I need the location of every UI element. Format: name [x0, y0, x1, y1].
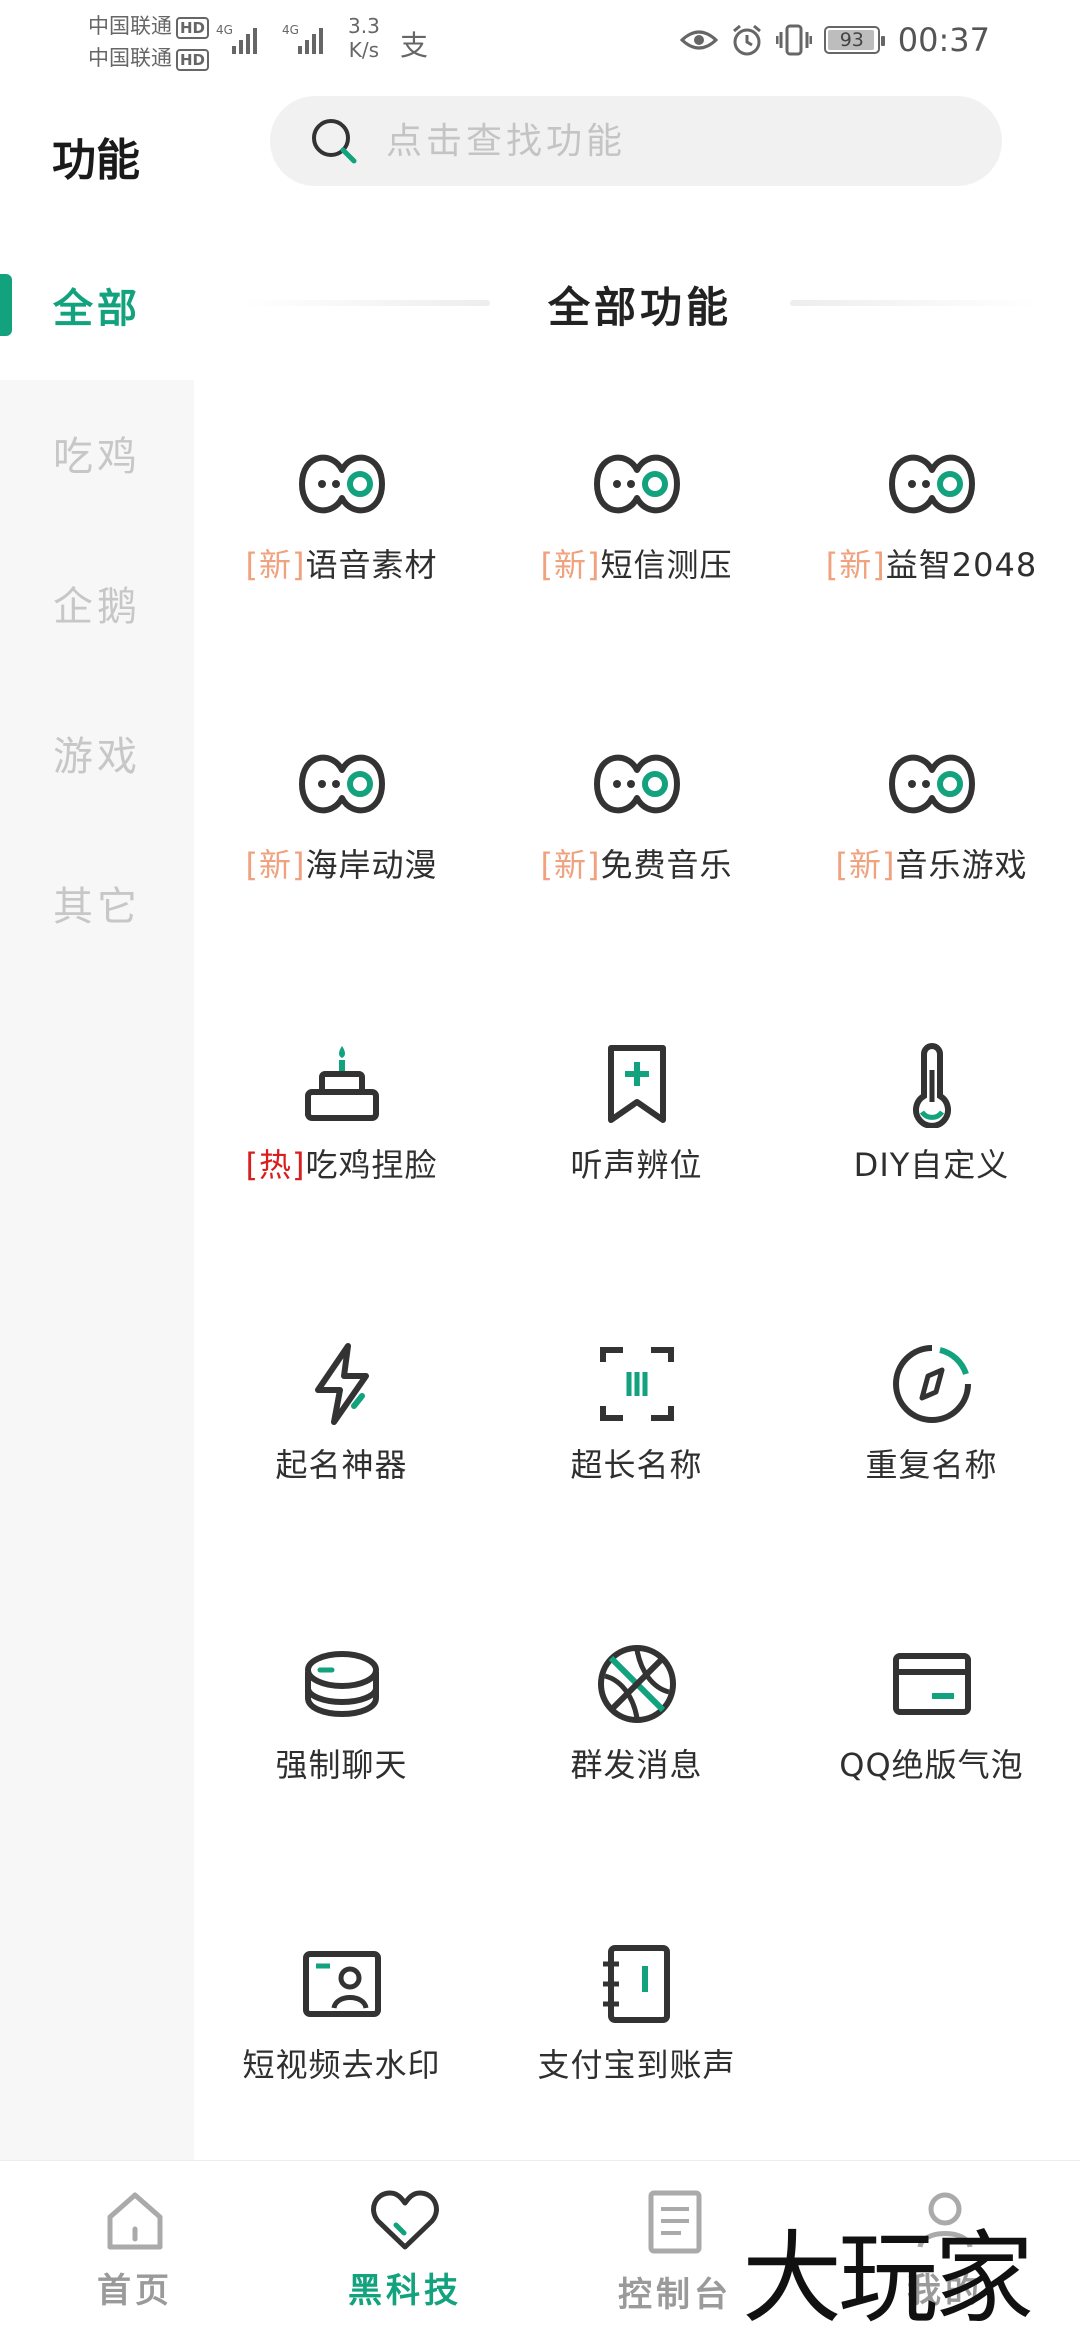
feature-force-chat[interactable]: 强制聊天	[194, 1580, 489, 1880]
feature-diy-custom[interactable]: DIY自定义	[784, 980, 1079, 1280]
vibrate-icon	[775, 24, 812, 56]
hd-badge: HD	[176, 17, 210, 39]
watermark-logo: 大玩家	[742, 2220, 1034, 2337]
sidebar-item-penguin[interactable]: 企鹅	[0, 574, 194, 632]
feature-sound-locate[interactable]: 听声辨位	[489, 980, 784, 1280]
nav-home[interactable]: 首页	[35, 2189, 235, 2312]
section-title: 全部功能	[547, 283, 732, 332]
id-card-icon	[303, 1951, 381, 2017]
feature-music-game[interactable]: [新]音乐游戏	[784, 680, 1079, 980]
sidebar-item-others[interactable]: 其它	[0, 874, 194, 932]
section-divider-right	[790, 300, 1040, 306]
bookmark-plus-icon	[608, 1045, 666, 1123]
net-speed: 3.3 K/s	[348, 14, 380, 62]
eyes-icon	[594, 454, 680, 514]
eyes-icon	[299, 754, 385, 814]
feature-free-music[interactable]: [新]免费音乐	[489, 680, 784, 980]
signal-icon: 4G	[216, 23, 257, 54]
feature-label: 强制聊天	[275, 1746, 408, 1784]
eyes-icon	[889, 754, 975, 814]
feature-label: 短视频去水印	[242, 2046, 441, 2084]
feature-alipay-sound[interactable]: 支付宝到账声	[489, 1880, 784, 2180]
sidebar-item-chicken[interactable]: 吃鸡	[0, 424, 194, 482]
feature-label: [新]音乐游戏	[835, 846, 1028, 884]
basketball-icon	[598, 1645, 676, 1723]
feature-label: 重复名称	[865, 1446, 998, 1484]
feature-label: [新]短信测压	[540, 546, 733, 584]
thermometer-icon	[913, 1043, 951, 1128]
feature-label: 听声辨位	[570, 1146, 703, 1184]
svg-text:4G: 4G	[216, 23, 233, 37]
search-input[interactable]	[386, 120, 966, 162]
feature-label: 超长名称	[570, 1446, 703, 1484]
notebook-icon	[603, 1945, 670, 2023]
feature-label: [新]免费音乐	[540, 846, 733, 884]
scan-icon	[600, 1347, 674, 1421]
search-bar[interactable]	[270, 96, 1002, 186]
feature-sms-test[interactable]: [新]短信测压	[489, 380, 784, 680]
feature-label: 支付宝到账声	[537, 2046, 736, 2084]
heart-icon	[371, 2190, 439, 2250]
feature-label: 群发消息	[570, 1746, 703, 1784]
feature-label: [新]海岸动漫	[245, 846, 438, 884]
eyes-icon	[299, 454, 385, 514]
nav-black-tech[interactable]: 黑科技	[305, 2189, 505, 2312]
feature-label: [新]益智2048	[825, 546, 1038, 584]
home-icon	[107, 2192, 163, 2250]
eyes-icon	[594, 754, 680, 814]
feature-qq-bubble[interactable]: QQ绝版气泡	[784, 1580, 1079, 1880]
search-icon[interactable]	[310, 117, 358, 165]
feature-label: QQ绝版气泡	[839, 1746, 1024, 1784]
feature-voice-material[interactable]: [新]语音素材	[194, 380, 489, 680]
cake-icon	[305, 1046, 379, 1121]
feature-label: [新]语音素材	[245, 546, 438, 584]
eye-icon	[679, 30, 718, 50]
feature-label: [热]吃鸡捏脸	[245, 1146, 438, 1184]
feature-puzzle-2048[interactable]: [新]益智2048	[784, 380, 1079, 680]
clock: 00:37	[897, 21, 990, 59]
feature-face-edit[interactable]: [热]吃鸡捏脸	[194, 980, 489, 1280]
feature-coast-anime[interactable]: [新]海岸动漫	[194, 680, 489, 980]
feature-remove-watermark[interactable]: 短视频去水印	[194, 1880, 489, 2180]
feature-label: DIY自定义	[853, 1146, 1010, 1184]
alipay-icon: 支	[400, 29, 429, 62]
signal-icon: 4G	[282, 23, 323, 54]
carrier-2: 中国联通 HD	[88, 42, 210, 72]
eyes-icon	[889, 454, 975, 514]
hd-badge: HD	[176, 49, 210, 71]
coins-icon	[305, 1651, 379, 1718]
feature-mass-message[interactable]: 群发消息	[489, 1580, 784, 1880]
svg-text:4G: 4G	[282, 23, 299, 37]
feature-label: 起名神器	[275, 1446, 408, 1484]
document-icon	[648, 2190, 702, 2254]
feature-long-name[interactable]: 超长名称	[489, 1280, 784, 1580]
status-right: 93 00:37	[679, 16, 990, 64]
battery-icon: 93	[823, 26, 885, 54]
compass-icon	[893, 1345, 971, 1423]
feature-name-generator[interactable]: 起名神器	[194, 1280, 489, 1580]
alarm-icon	[732, 24, 761, 56]
sidebar-item-games[interactable]: 游戏	[0, 724, 194, 782]
card-icon	[893, 1653, 971, 1715]
sidebar	[0, 380, 194, 2160]
carrier-1: 中国联通 HD	[88, 10, 210, 40]
feature-repeat-name[interactable]: 重复名称	[784, 1280, 1079, 1580]
page-title: 功能	[52, 135, 140, 186]
lightning-icon	[315, 1343, 369, 1425]
sidebar-item-all[interactable]: 全部	[0, 276, 194, 334]
section-divider-left	[240, 300, 490, 306]
status-bar: 中国联通 HD 中国联通 HD 4G 4G 3.3 K/s 支 93 00:37	[0, 0, 1080, 80]
